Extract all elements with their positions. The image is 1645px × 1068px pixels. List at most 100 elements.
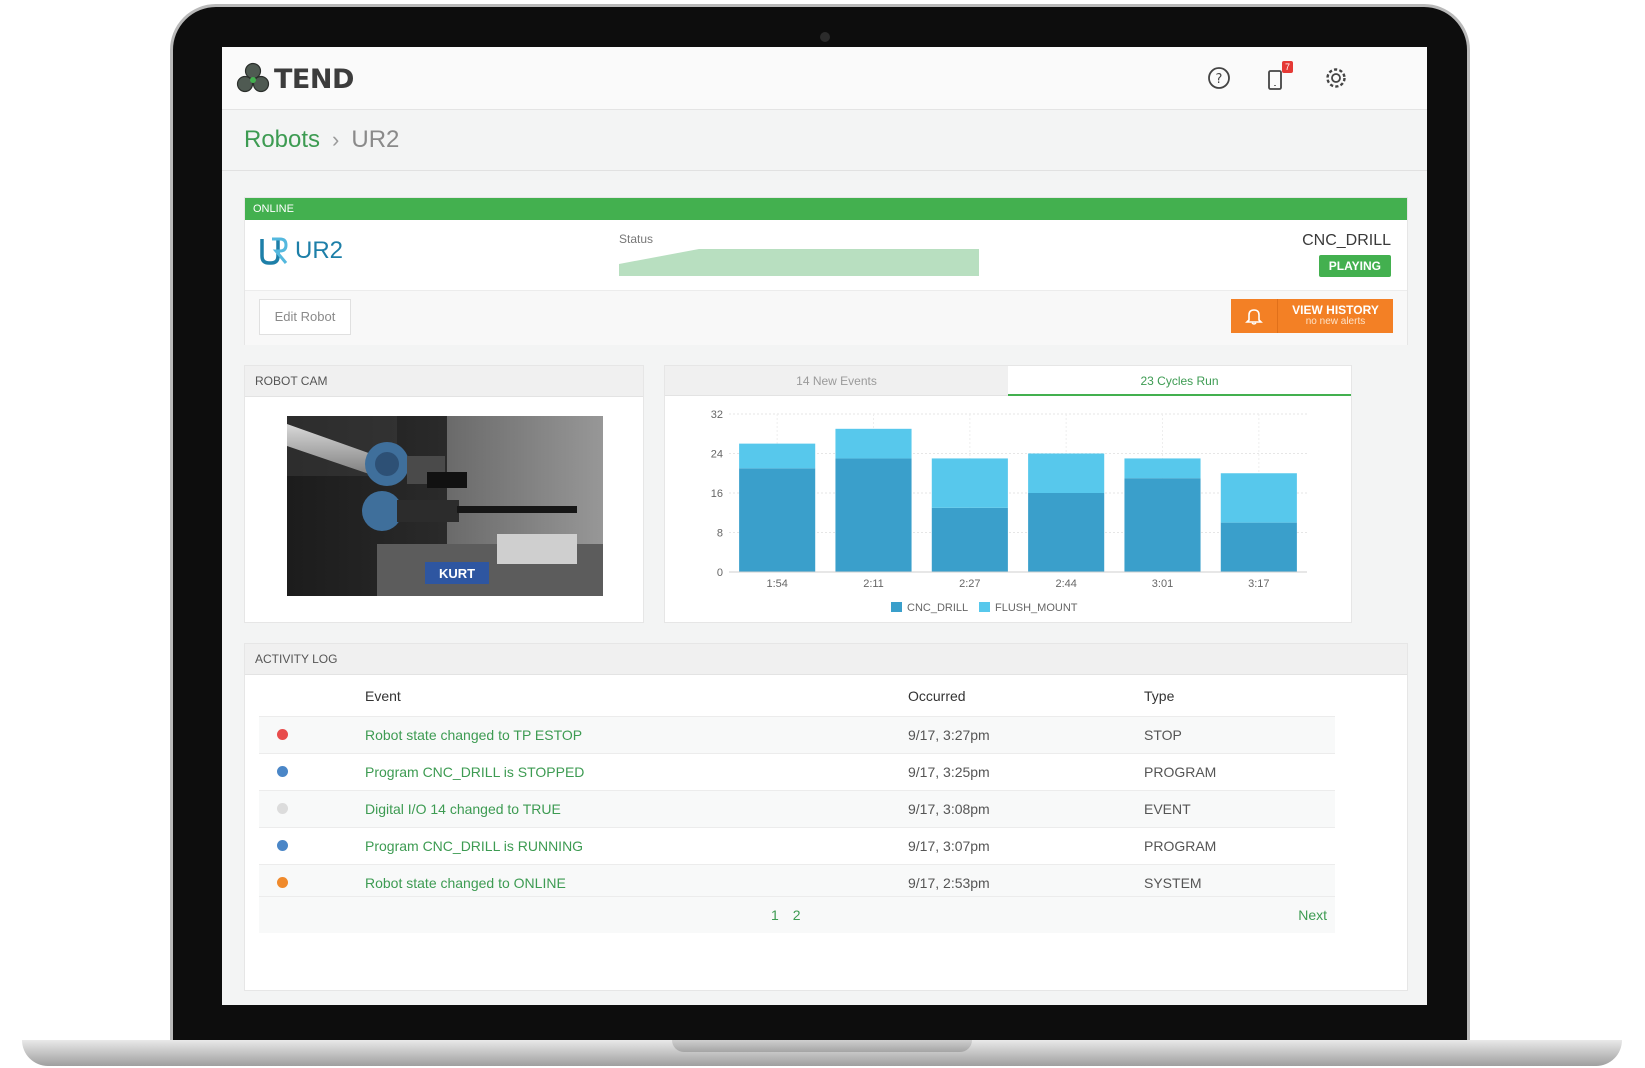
table-row[interactable]: Program CNC_DRILL is STOPPED 9/17, 3:25p… — [259, 753, 1335, 790]
robot-name: UR2 — [295, 237, 343, 265]
breadcrumb: Robots › UR2 — [244, 126, 399, 154]
type-cell: EVENT — [1144, 801, 1334, 817]
tab-cycles-run[interactable]: 23 Cycles Run — [1008, 366, 1351, 396]
x-tick-label: 2:44 — [1055, 578, 1076, 590]
y-tick-label: 16 — [711, 488, 723, 500]
occurred-cell: 9/17, 2:53pm — [908, 875, 1144, 891]
activity-log-title: ACTIVITY LOG — [245, 644, 1407, 675]
robot-cam-card: ROBOT CAM — [244, 365, 644, 623]
column-header-event[interactable]: Event — [365, 688, 908, 704]
tab-new-events[interactable]: 14 New Events — [665, 366, 1008, 396]
status-dot — [277, 766, 288, 777]
edit-robot-button[interactable]: Edit Robot — [259, 299, 351, 335]
status-dot — [277, 840, 288, 851]
notification-count-badge: 7 — [1282, 61, 1293, 73]
page-link-2[interactable]: 2 — [793, 907, 801, 923]
bar-flush_mount — [1124, 458, 1200, 478]
robot-card-footer: Edit Robot VIEW HISTORY no new alerts — [245, 290, 1407, 345]
webcam — [820, 32, 830, 42]
bar-flush_mount — [835, 429, 911, 459]
legend-label: FLUSH_MOUNT — [995, 602, 1078, 614]
app-screen: TEND ? 7 Robots › UR2 ONLINE — [222, 47, 1427, 1005]
type-cell: PROGRAM — [1144, 838, 1334, 854]
type-cell: SYSTEM — [1144, 875, 1334, 891]
bar-cnc_drill — [739, 468, 815, 572]
table-row[interactable]: Digital I/O 14 changed to TRUE 9/17, 3:0… — [259, 790, 1335, 827]
x-tick-label: 3:01 — [1152, 578, 1173, 590]
breadcrumb-current: UR2 — [351, 126, 399, 154]
occurred-cell: 9/17, 3:27pm — [908, 727, 1144, 743]
legend-swatch — [891, 602, 902, 612]
next-page-link[interactable]: Next — [1298, 907, 1327, 923]
table-row[interactable]: Robot state changed to TP ESTOP 9/17, 3:… — [259, 716, 1335, 753]
laptop-notch — [672, 1040, 972, 1052]
column-header-type[interactable]: Type — [1144, 688, 1334, 704]
status-dot — [277, 729, 288, 740]
x-tick-label: 3:17 — [1248, 578, 1269, 590]
table-row[interactable]: Program CNC_DRILL is RUNNING 9/17, 3:07p… — [259, 827, 1335, 864]
chevron-right-icon: › — [332, 127, 339, 153]
page-link-1[interactable]: 1 — [771, 907, 779, 923]
event-link[interactable]: Robot state changed to TP ESTOP — [365, 727, 908, 743]
view-history-button[interactable]: VIEW HISTORY no new alerts — [1231, 299, 1393, 333]
robot-summary-card: ONLINE UR2 Status CNC_DRILL PLAYING Edit… — [244, 197, 1408, 345]
cycles-chart-card: 14 New Events 23 Cycles Run 081624321:54… — [664, 365, 1352, 623]
robot-camera-feed[interactable]: KURT — [287, 416, 603, 596]
status-dot — [277, 877, 288, 888]
status-sparkline — [619, 248, 979, 276]
bar-cnc_drill — [1124, 478, 1200, 572]
help-icon[interactable]: ? — [1206, 65, 1232, 91]
event-link[interactable]: Program CNC_DRILL is STOPPED — [365, 764, 908, 780]
view-history-text: VIEW HISTORY no new alerts — [1278, 305, 1393, 327]
bar-flush_mount — [1221, 473, 1297, 522]
chart-tabs: 14 New Events 23 Cycles Run — [665, 366, 1351, 396]
x-tick-label: 2:11 — [863, 578, 884, 590]
cycles-bar-chart: 081624321:542:112:272:443:013:17CNC_DRIL… — [665, 400, 1351, 622]
pagination: 1 2 Next — [259, 896, 1335, 933]
bar-cnc_drill — [1221, 523, 1297, 572]
view-history-subtitle: no new alerts — [1278, 316, 1393, 327]
page-numbers: 1 2 — [771, 907, 810, 923]
occurred-cell: 9/17, 3:07pm — [908, 838, 1144, 854]
status-dot — [277, 803, 288, 814]
tend-logo[interactable]: TEND — [236, 59, 354, 99]
event-link[interactable]: Digital I/O 14 changed to TRUE — [365, 801, 908, 817]
online-status-banner: ONLINE — [245, 198, 1407, 220]
event-link[interactable]: Robot state changed to ONLINE — [365, 875, 908, 891]
bar-cnc_drill — [932, 508, 1008, 572]
legend-swatch — [979, 602, 990, 612]
top-bar: TEND ? 7 — [222, 47, 1427, 110]
y-tick-label: 0 — [717, 567, 723, 579]
logo-text: TEND — [274, 64, 354, 95]
bar-cnc_drill — [1028, 493, 1104, 572]
svg-text:?: ? — [1216, 72, 1223, 87]
breadcrumb-robots-link[interactable]: Robots — [244, 126, 320, 154]
y-tick-label: 8 — [717, 528, 723, 540]
settings-gear-icon[interactable] — [1323, 65, 1349, 91]
occurred-cell: 9/17, 3:08pm — [908, 801, 1144, 817]
notifications-button[interactable]: 7 — [1266, 65, 1292, 91]
bar-flush_mount — [739, 444, 815, 469]
universal-robots-logo-icon — [259, 236, 289, 266]
y-tick-label: 24 — [711, 449, 723, 461]
type-cell: STOP — [1144, 727, 1334, 743]
column-header-occurred[interactable]: Occurred — [908, 688, 1144, 704]
current-program: CNC_DRILL — [1302, 232, 1391, 250]
bell-icon — [1231, 299, 1278, 333]
robot-identity: UR2 — [259, 236, 343, 266]
status-label: Status — [619, 232, 653, 246]
occurred-cell: 9/17, 3:25pm — [908, 764, 1144, 780]
event-link[interactable]: Program CNC_DRILL is RUNNING — [365, 838, 908, 854]
bar-flush_mount — [1028, 454, 1104, 494]
robot-cam-title: ROBOT CAM — [245, 366, 643, 397]
bar-flush_mount — [932, 458, 1008, 507]
x-tick-label: 2:27 — [959, 578, 980, 590]
bar-cnc_drill — [835, 458, 911, 572]
activity-log-card: ACTIVITY LOG Event Occurred Type Robot s… — [244, 643, 1408, 991]
legend-label: CNC_DRILL — [907, 602, 968, 614]
type-cell: PROGRAM — [1144, 764, 1334, 780]
vise-brand-label: KURT — [439, 566, 475, 581]
y-tick-label: 32 — [711, 409, 723, 421]
program-state-badge: PLAYING — [1319, 255, 1391, 277]
activity-log-table: Event Occurred Type Robot state changed … — [259, 676, 1335, 901]
